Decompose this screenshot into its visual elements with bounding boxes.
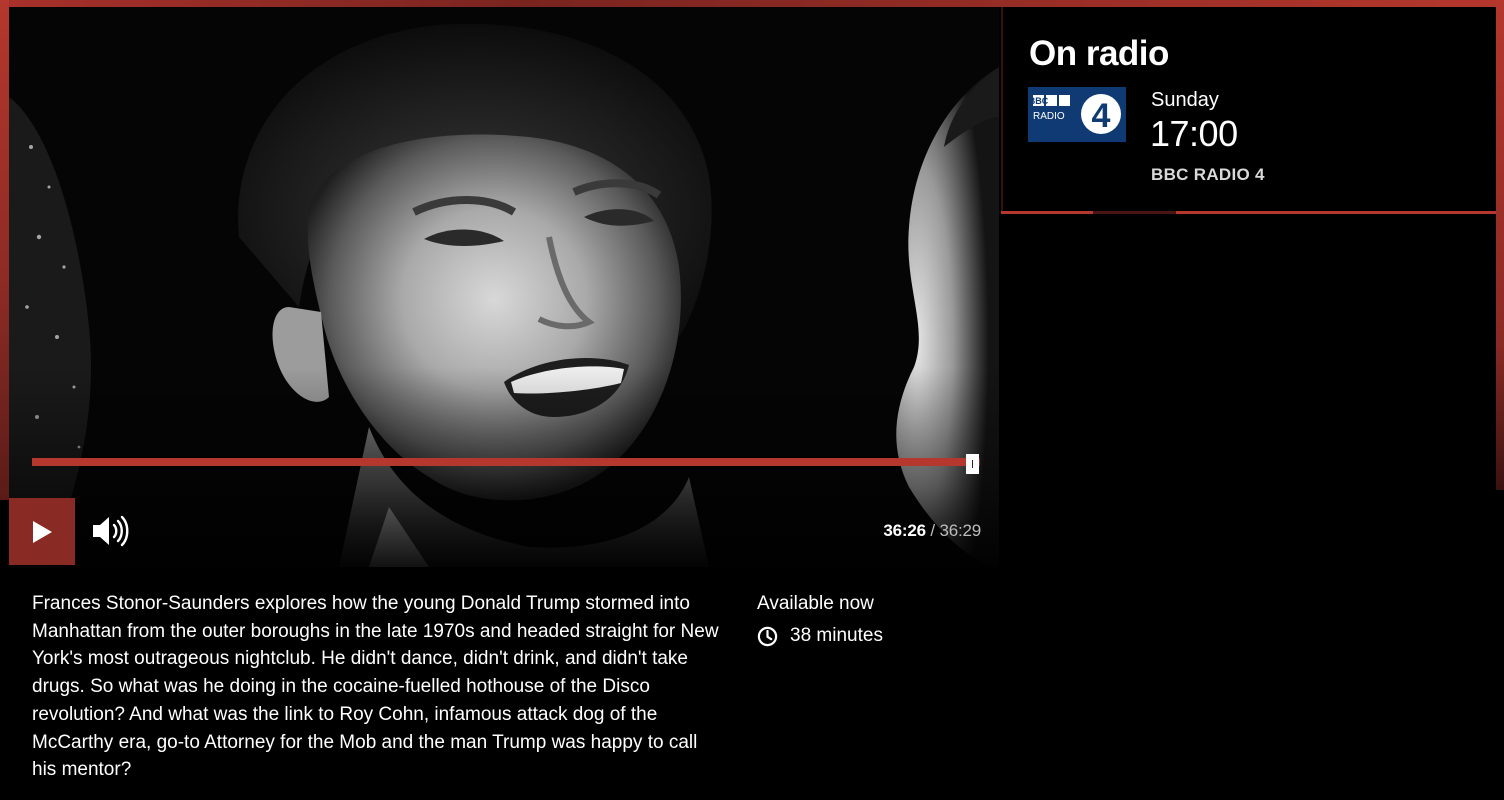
current-time: 36:26 — [883, 521, 926, 540]
media-player: 36:26 / 36:29 — [9, 7, 999, 567]
progress-fill — [32, 458, 979, 466]
volume-button[interactable] — [91, 513, 129, 549]
time-separator: / — [930, 521, 935, 540]
episode-photo — [9, 7, 999, 567]
broadcast-time: 17:00 — [1150, 113, 1238, 154]
divider-segment — [1093, 211, 1176, 214]
broadcast-station[interactable]: BBC RADIO 4 — [1151, 165, 1265, 185]
frame-top-border — [0, 0, 1504, 7]
progress-handle[interactable] — [965, 454, 979, 474]
clock-icon — [757, 626, 778, 646]
broadcast-day: Sunday — [1151, 89, 1219, 111]
logo-b1: BBC — [1029, 96, 1049, 106]
logo-number: 4 — [1092, 97, 1111, 135]
logo-radio-text: RADIO — [1033, 111, 1065, 122]
divider-segment — [1001, 211, 1093, 214]
play-button[interactable] — [9, 498, 75, 565]
on-radio-heading: On radio — [1029, 34, 1169, 73]
duration-text: 38 minutes — [790, 625, 883, 646]
playback-time: 36:26 / 36:29 — [883, 521, 981, 541]
availability-info: Available now 38 minutes — [757, 590, 977, 647]
progress-bar[interactable] — [32, 454, 980, 474]
volume-icon — [93, 515, 129, 547]
panel-divider — [1001, 211, 1496, 214]
episode-description: Frances Stonor-Saunders explores how the… — [32, 593, 719, 781]
episode-duration: 38 minutes — [757, 625, 977, 647]
divider-segment — [1176, 211, 1496, 214]
bbc-radio-4-logo[interactable]: BBC RADIO 4 — [1028, 87, 1126, 142]
availability-status: Available now — [757, 593, 874, 614]
radio-4-logo-graphic: BBC RADIO 4 — [1028, 87, 1126, 142]
programme-page: 36:26 / 36:29 Frances Stonor-Saunders ex… — [0, 0, 1504, 800]
frame-left-border — [0, 0, 9, 500]
total-time: 36:29 — [939, 521, 981, 540]
on-radio-panel: On radio BBC RADIO 4 Sunday 17:00 BBC RA… — [1001, 7, 1498, 212]
play-icon — [32, 520, 52, 543]
